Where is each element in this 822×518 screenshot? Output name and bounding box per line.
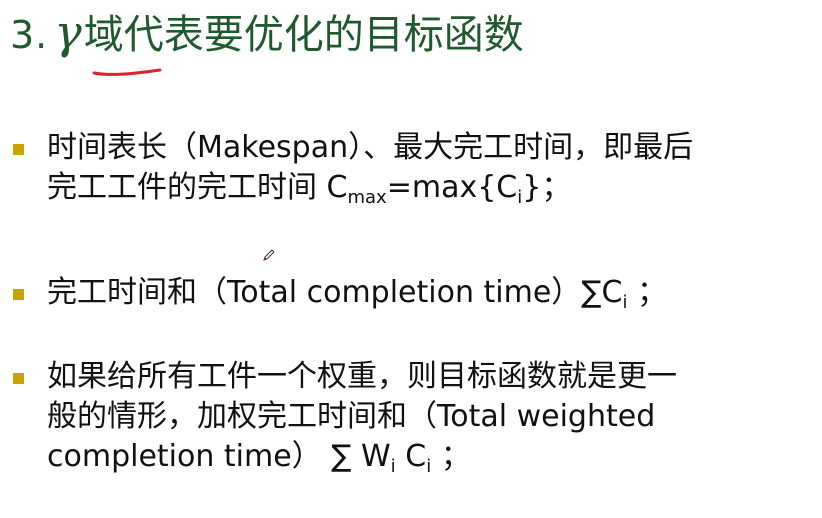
subscript-i: i <box>426 456 432 477</box>
bullet-line: 完工时间和（Total completion time）∑Ci ； <box>47 273 817 323</box>
text-run: }； <box>522 170 572 205</box>
bullet-line: 完工工件的完工时间 Cmax=max{Ci}； <box>47 168 817 218</box>
bullet-marker <box>13 373 24 384</box>
text-run: 完工工件的完工时间 C <box>47 170 348 205</box>
title-gamma-symbol: γ <box>54 5 82 59</box>
bullet-text: 时间表长（Makespan）、最大完工时间，即最后 完工工件的完工时间 Cmax… <box>47 128 817 218</box>
sum-symbol: ∑ <box>581 275 602 310</box>
text-run: ； <box>627 275 668 310</box>
bullet-line: 时间表长（Makespan）、最大完工时间，即最后 <box>47 130 694 165</box>
slide: 3. γ域代表要优化的目标函数 时间表长（Makespan）、最大完工时间，即最后… <box>0 0 822 518</box>
bullet-text: 完工时间和（Total completion time）∑Ci ； <box>47 273 817 323</box>
slide-title: 3. γ域代表要优化的目标函数 <box>10 2 524 62</box>
bullet-text: 如果给所有工件一个权重，则目标函数就是更一 般的情形，加权完工时间和（Total… <box>47 357 817 487</box>
subscript-max: max <box>347 187 387 208</box>
bullet-line: 如果给所有工件一个权重，则目标函数就是更一 <box>47 359 677 394</box>
bullet-marker <box>13 289 24 300</box>
text-run: completion time） <box>47 439 322 474</box>
title-text: 域代表要优化的目标函数 <box>83 12 524 58</box>
bullet-line: 般的情形，加权完工时间和（Total weighted <box>47 399 656 434</box>
red-underline-annotation <box>92 68 162 76</box>
text-run: ； <box>440 439 471 474</box>
bullet-marker <box>13 144 24 155</box>
text-run: C <box>601 275 623 310</box>
title-number: 3. <box>10 13 49 57</box>
pencil-cursor-icon <box>263 249 275 261</box>
text-run: 完工时间和（Total completion time） <box>47 275 582 310</box>
text-run: C <box>405 439 427 474</box>
text-run: W <box>361 439 391 474</box>
bullet-line: completion time） ∑ Wi Ci ； <box>47 437 817 487</box>
subscript-i: i <box>390 456 396 477</box>
text-run: =max{C <box>386 170 518 205</box>
sum-symbol: ∑ <box>331 439 352 474</box>
